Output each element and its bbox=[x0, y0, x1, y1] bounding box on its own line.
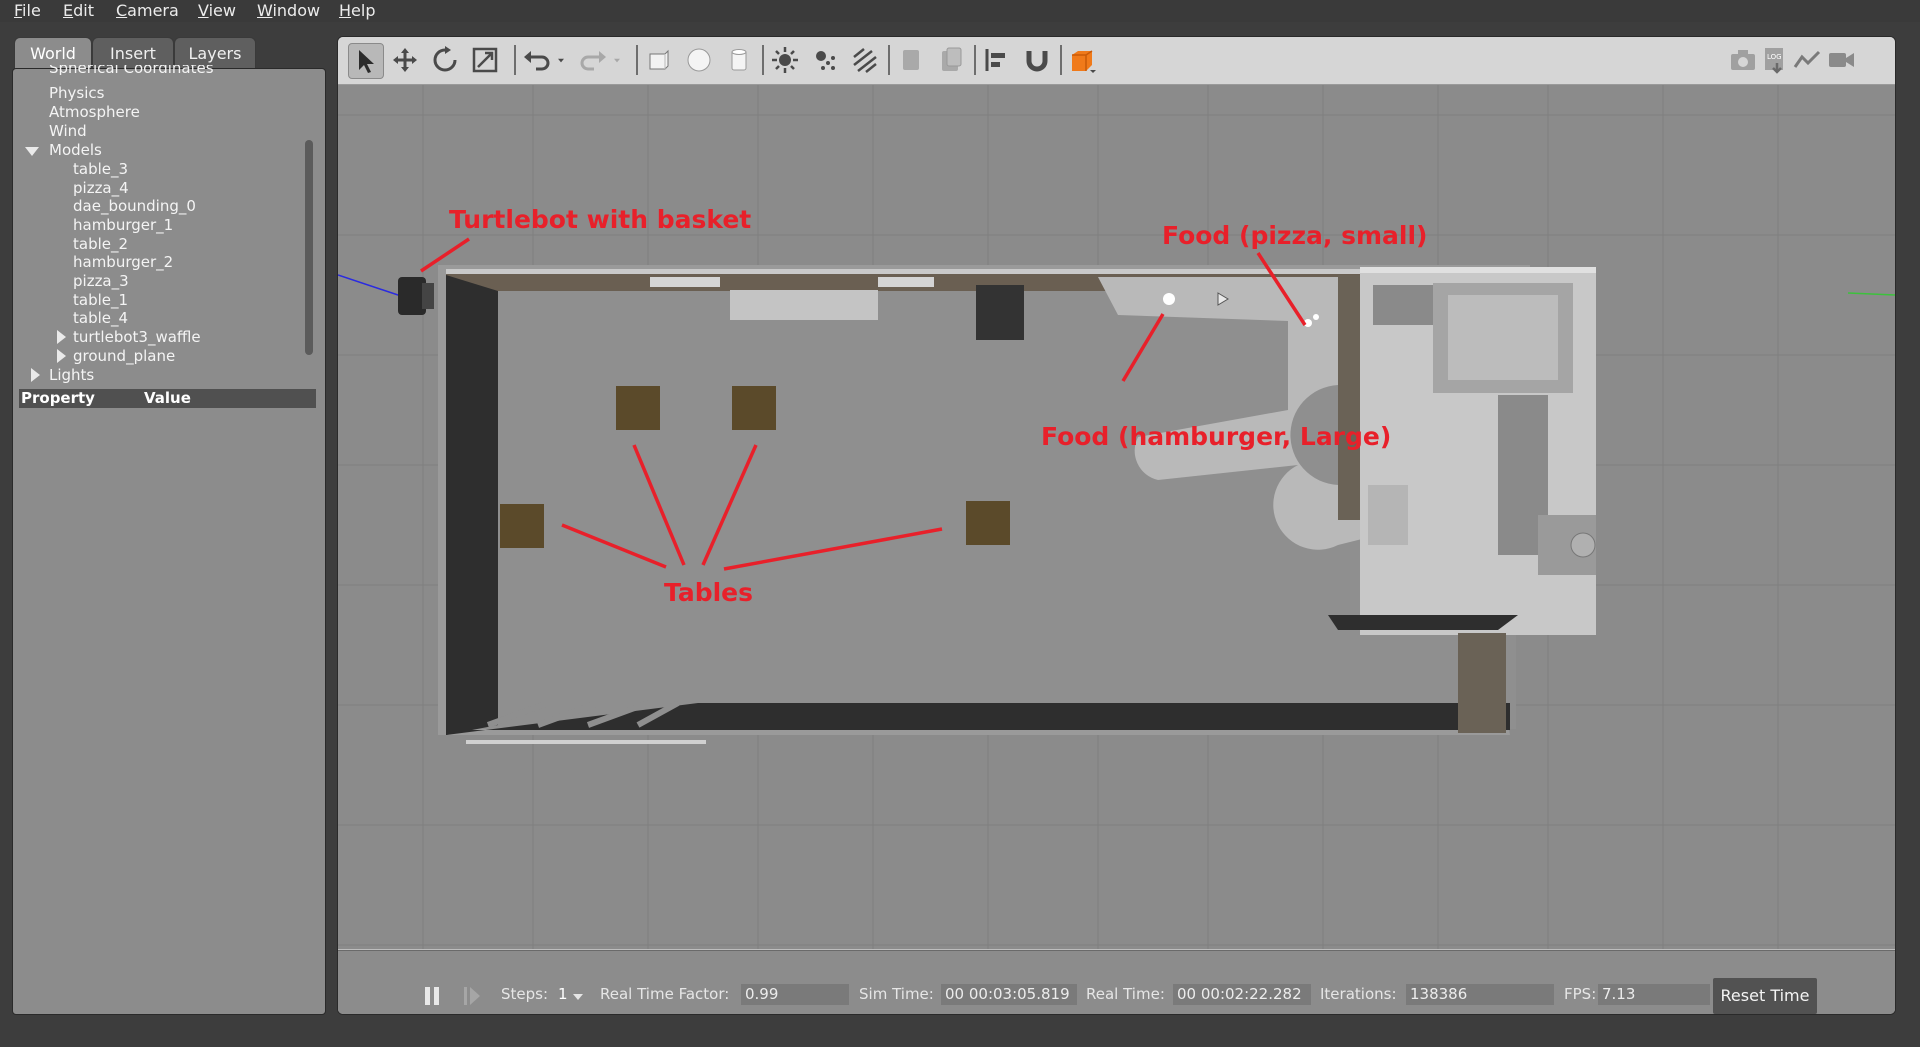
annotation-tables: Tables bbox=[664, 578, 754, 607]
property-header: Property Value bbox=[19, 389, 316, 408]
table bbox=[732, 386, 776, 430]
pause-icon[interactable] bbox=[422, 985, 442, 1007]
paste-icon[interactable] bbox=[934, 43, 968, 77]
steps-label: Steps: bbox=[501, 985, 549, 1003]
scene-viewport[interactable]: Turtlebot with basket Food (pizza, small… bbox=[338, 85, 1895, 949]
sim-time-label: Sim Time: bbox=[859, 985, 934, 1003]
table bbox=[500, 504, 544, 548]
chevron-down-icon[interactable] bbox=[552, 43, 570, 77]
step-icon[interactable] bbox=[462, 985, 482, 1007]
menu-window[interactable]: Window bbox=[257, 1, 320, 20]
value-column-label: Value bbox=[144, 389, 191, 407]
rtf-label: Real Time Factor: bbox=[600, 985, 730, 1003]
align-icon[interactable] bbox=[980, 43, 1014, 77]
tree-model-item[interactable]: hamburger_2 bbox=[73, 253, 173, 271]
menu-view[interactable]: View bbox=[198, 1, 236, 20]
simulation-status-bar: Steps: 1 Real Time Factor: 0.99 Sim Time… bbox=[338, 950, 1895, 1014]
tree-model-item[interactable]: dae_bounding_0 bbox=[73, 197, 196, 215]
tree-item-atmosphere[interactable]: Atmosphere bbox=[49, 103, 140, 121]
steps-value[interactable]: 1 bbox=[558, 985, 568, 1003]
spot-light-icon[interactable] bbox=[808, 43, 842, 77]
annotation-turtlebot: Turtlebot with basket bbox=[449, 205, 752, 234]
tree-item-wind[interactable]: Wind bbox=[49, 122, 87, 140]
translate-icon[interactable] bbox=[388, 43, 422, 77]
tree-item-physics[interactable]: Physics bbox=[49, 84, 104, 102]
property-column-label: Property bbox=[21, 389, 95, 407]
snap-magnet-icon[interactable] bbox=[1020, 43, 1054, 77]
log-icon[interactable]: LOG bbox=[1758, 43, 1792, 77]
collapse-arrow-icon[interactable] bbox=[57, 349, 66, 363]
tree-item-ground-plane[interactable]: ground_plane bbox=[73, 347, 175, 365]
iterations-value: 138386 bbox=[1406, 984, 1554, 1005]
tree-item-models[interactable]: Models bbox=[49, 141, 102, 159]
fps-value: 7.13 bbox=[1598, 984, 1710, 1005]
table bbox=[616, 386, 660, 430]
record-video-icon[interactable] bbox=[1824, 43, 1858, 77]
tree-scrollbar[interactable] bbox=[305, 140, 313, 355]
svg-text:LOG: LOG bbox=[1767, 53, 1782, 61]
reset-time-button[interactable]: Reset Time bbox=[1713, 978, 1817, 1014]
chevron-down-icon[interactable] bbox=[608, 43, 626, 77]
menu-bar: File Edit Camera View Window Help bbox=[0, 0, 1920, 22]
expand-arrow-icon[interactable] bbox=[25, 147, 39, 156]
copy-icon[interactable] bbox=[894, 43, 928, 77]
iterations-label: Iterations: bbox=[1320, 985, 1397, 1003]
plot-icon[interactable] bbox=[1790, 43, 1824, 77]
real-time-label: Real Time: bbox=[1086, 985, 1165, 1003]
tree-item-spherical[interactable]: Spherical Coordinates bbox=[49, 65, 214, 75]
collapse-arrow-icon[interactable] bbox=[31, 368, 40, 382]
annotation-pizza: Food (pizza, small) bbox=[1162, 221, 1428, 250]
toolbar: LOG bbox=[338, 37, 1895, 85]
tree-item-lights[interactable]: Lights bbox=[49, 366, 94, 384]
collapse-arrow-icon[interactable] bbox=[57, 330, 66, 344]
tree-item-turtlebot[interactable]: turtlebot3_waffle bbox=[73, 328, 201, 346]
rotate-icon[interactable] bbox=[428, 43, 462, 77]
scale-icon[interactable] bbox=[468, 43, 502, 77]
tree-model-item[interactable]: table_2 bbox=[73, 235, 128, 253]
rtf-value: 0.99 bbox=[741, 984, 849, 1005]
sim-time-value: 00 00:03:05.819 bbox=[941, 984, 1077, 1005]
cylinder-icon[interactable] bbox=[722, 43, 756, 77]
sphere-icon[interactable] bbox=[682, 43, 716, 77]
menu-file[interactable]: File bbox=[14, 1, 41, 20]
menu-edit[interactable]: Edit bbox=[63, 1, 94, 20]
annotation-hamburger: Food (hamburger, Large) bbox=[1041, 422, 1392, 451]
scene-frame: LOG Turtlebot with basket Food (pizza, s… bbox=[337, 36, 1896, 1015]
table bbox=[966, 501, 1010, 545]
menu-help[interactable]: Help bbox=[339, 1, 375, 20]
box-icon[interactable] bbox=[642, 43, 676, 77]
point-light-icon[interactable] bbox=[768, 43, 802, 77]
tree-model-item[interactable]: table_1 bbox=[73, 291, 128, 309]
view-angle-icon[interactable] bbox=[1066, 43, 1100, 77]
menu-camera[interactable]: Camera bbox=[116, 1, 179, 20]
tree-model-item[interactable]: hamburger_1 bbox=[73, 216, 173, 234]
fps-label: FPS: bbox=[1564, 985, 1597, 1003]
screenshot-camera-icon[interactable] bbox=[1726, 43, 1760, 77]
directional-light-icon[interactable] bbox=[848, 43, 882, 77]
real-time-value: 00 00:02:22.282 bbox=[1173, 984, 1311, 1005]
tree-model-item[interactable]: pizza_3 bbox=[73, 272, 129, 290]
chevron-down-icon[interactable] bbox=[572, 993, 584, 1001]
undo-icon[interactable] bbox=[520, 43, 554, 77]
tree-model-item[interactable]: table_4 bbox=[73, 309, 128, 327]
tree-model-item[interactable]: pizza_4 bbox=[73, 179, 129, 197]
tree-model-item[interactable]: table_3 bbox=[73, 160, 128, 178]
select-arrow-icon[interactable] bbox=[348, 43, 384, 79]
redo-icon[interactable] bbox=[576, 43, 610, 77]
